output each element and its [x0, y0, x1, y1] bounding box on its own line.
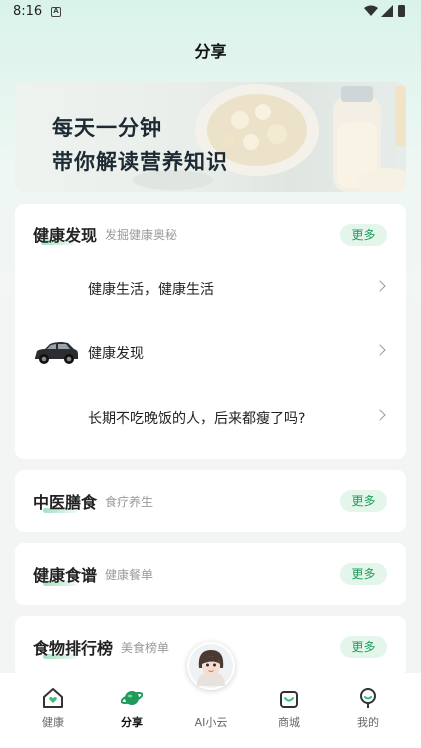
chevron-right-icon — [374, 280, 386, 292]
more-button[interactable]: 更多 — [340, 636, 387, 658]
notification-icon: A — [51, 7, 61, 17]
status-bar: 8:16 A — [0, 0, 421, 24]
card-subtitle: 发掘健康奥秘 — [105, 228, 178, 242]
card-title: 中医膳食 — [33, 493, 98, 512]
healthy-recipes-card[interactable]: 健康食谱 健康餐单 更多 — [15, 543, 406, 605]
planet-icon — [121, 691, 143, 705]
status-icons — [364, 5, 405, 17]
page-title: 分享 — [194, 42, 227, 61]
battery-icon — [398, 5, 405, 17]
nav-label: AI小云 — [194, 716, 228, 729]
nav-label: 我的 — [357, 716, 379, 729]
card-subtitle: 健康餐单 — [105, 568, 154, 582]
nav-label: 商城 — [278, 716, 300, 729]
profile-icon — [360, 688, 376, 708]
status-time: 8:16 — [13, 4, 43, 19]
wifi-icon — [364, 5, 378, 16]
ai-avatar-image — [189, 644, 233, 688]
tcm-diet-card[interactable]: 中医膳食 食疗养生 更多 — [15, 470, 406, 532]
nav-item-mine[interactable]: 我的 — [333, 673, 403, 733]
banner-line-2: 带你解读营养知识 — [52, 149, 228, 174]
card-title: 健康发现 — [33, 226, 98, 245]
list-item-title: 健康生活，健康生活 — [88, 282, 214, 298]
home-heart-icon — [43, 688, 63, 708]
chevron-right-icon — [374, 409, 386, 421]
chevron-right-icon — [374, 344, 386, 356]
banner-line-1: 每天一分钟 — [52, 115, 162, 140]
list-item[interactable]: 健康生活，健康生活 — [15, 261, 406, 317]
card-subtitle: 食疗养生 — [105, 495, 154, 509]
card-title: 食物排行榜 — [33, 639, 114, 658]
list-item[interactable]: 长期不吃晚饭的人，后来都瘦了吗? — [15, 390, 406, 446]
card-title: 健康食谱 — [33, 566, 98, 585]
nav-label: 健康 — [42, 716, 64, 729]
nutrition-banner[interactable]: 每天一分钟 带你解读营养知识 — [15, 82, 406, 192]
signal-icon — [381, 5, 393, 17]
home-indicator — [0, 742, 421, 748]
nav-label: 分享 — [121, 716, 143, 729]
list-item[interactable]: 健康发现 — [15, 325, 406, 381]
nav-item-share[interactable]: 分享 — [97, 673, 167, 733]
card-subtitle: 美食榜单 — [121, 641, 170, 655]
list-item-title: 长期不吃晚饭的人，后来都瘦了吗? — [88, 411, 306, 427]
health-discover-card: 健康发现 发掘健康奥秘 更多 健康生活，健康生活 健康发现 长期不吃晚饭的人，后… — [15, 204, 406, 459]
shopping-bag-icon — [280, 691, 298, 708]
nav-item-health[interactable]: 健康 — [18, 673, 88, 733]
car-thumbnail — [35, 342, 78, 364]
more-button[interactable]: 更多 — [340, 490, 387, 512]
nav-item-mall[interactable]: 商城 — [254, 673, 324, 733]
more-button[interactable]: 更多 — [340, 563, 387, 585]
list-item-title: 健康发现 — [88, 346, 144, 362]
more-button[interactable]: 更多 — [340, 224, 387, 246]
ai-assistant-avatar[interactable] — [187, 642, 235, 690]
